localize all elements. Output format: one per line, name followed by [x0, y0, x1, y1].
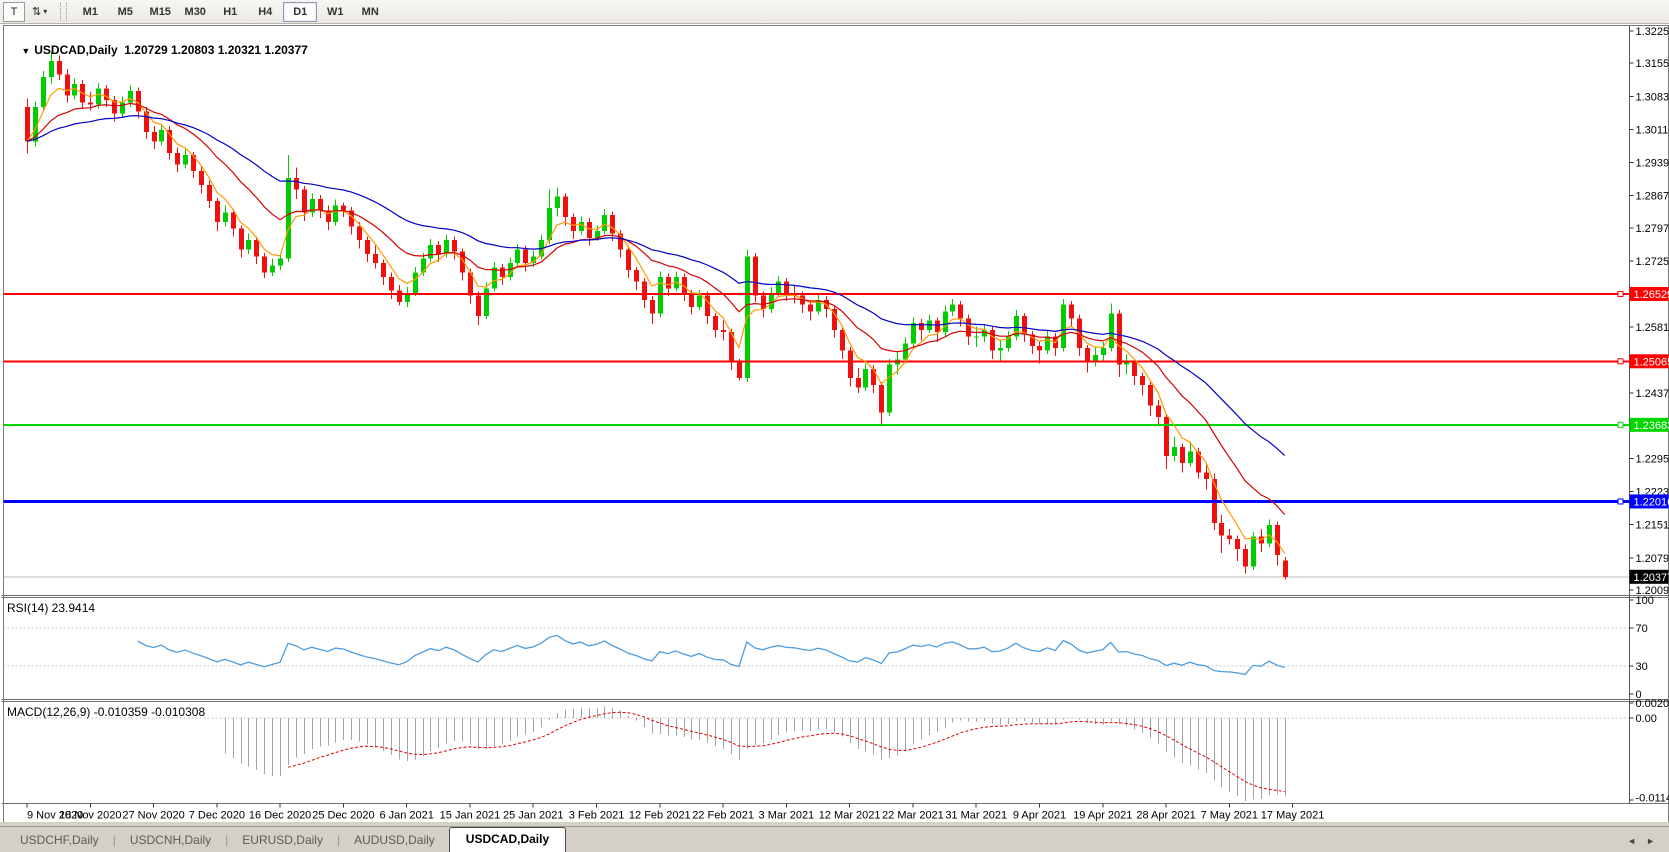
- ohlc-values: 1.20729 1.20803 1.20321 1.20377: [124, 43, 308, 57]
- svg-text:1.22016: 1.22016: [1634, 496, 1669, 508]
- svg-text:7 May 2021: 7 May 2021: [1201, 810, 1258, 822]
- rsi-header: RSI(14) 23.9414: [7, 601, 95, 615]
- chart-tab-audusd[interactable]: AUDUSD,Daily: [340, 829, 449, 852]
- timeframe-button-m1[interactable]: M1: [73, 2, 107, 22]
- svg-text:1.20790: 1.20790: [1636, 553, 1669, 565]
- timeframe-button-h4[interactable]: H4: [248, 2, 282, 22]
- svg-text:-0.01146: -0.01146: [1636, 793, 1669, 805]
- svg-text:22 Mar 2021: 22 Mar 2021: [882, 810, 944, 822]
- timeframe-button-w1[interactable]: W1: [318, 2, 352, 22]
- text-tool-button[interactable]: T: [3, 2, 25, 22]
- svg-text:9 Apr 2021: 9 Apr 2021: [1013, 810, 1066, 822]
- svg-text:15 Jan 2021: 15 Jan 2021: [440, 810, 501, 822]
- chart-title: ▼ USDCAD,Daily 1.20729 1.20803 1.20321 1.…: [8, 29, 308, 71]
- svg-text:1.31550: 1.31550: [1636, 58, 1669, 70]
- svg-text:0.002074: 0.002074: [1636, 698, 1669, 710]
- top-toolbar: T ⇅ ▾ M1M5M15M30H1H4D1W1MN: [0, 0, 1669, 24]
- collapse-icon[interactable]: ▼: [21, 46, 30, 56]
- svg-text:17 May 2021: 17 May 2021: [1261, 810, 1325, 822]
- macd-header: MACD(12,26,9) -0.010359 -0.010308: [7, 705, 205, 719]
- svg-text:3 Mar 2021: 3 Mar 2021: [759, 810, 815, 822]
- svg-text:31 Mar 2021: 31 Mar 2021: [945, 810, 1007, 822]
- svg-text:1.23683: 1.23683: [1634, 420, 1669, 432]
- svg-text:28 Apr 2021: 28 Apr 2021: [1136, 810, 1195, 822]
- svg-text:1.26529: 1.26529: [1634, 289, 1669, 301]
- svg-text:3 Feb 2021: 3 Feb 2021: [569, 810, 625, 822]
- svg-text:1.25065: 1.25065: [1634, 356, 1669, 368]
- timeframe-button-m15[interactable]: M15: [143, 2, 177, 22]
- timeframe-buttons: M1M5M15M30H1H4D1W1MN: [73, 2, 387, 22]
- chart-tabs: USDCHF,Daily|USDCNH,Daily|EURUSD,Daily|A…: [0, 827, 566, 852]
- chart-tab-eurusd[interactable]: EURUSD,Daily: [228, 829, 337, 852]
- svg-text:22 Feb 2021: 22 Feb 2021: [692, 810, 754, 822]
- chart-tabs-bar: USDCHF,Daily|USDCNH,Daily|EURUSD,Daily|A…: [0, 826, 1669, 852]
- svg-text:6 Jan 2021: 6 Jan 2021: [379, 810, 433, 822]
- svg-text:27 Nov 2020: 27 Nov 2020: [122, 810, 184, 822]
- svg-text:1.27250: 1.27250: [1636, 256, 1669, 268]
- chevron-down-icon: ▾: [43, 7, 47, 16]
- svg-text:30: 30: [1636, 661, 1648, 673]
- arrange-icon: ⇅: [32, 5, 41, 18]
- timeframe-button-m30[interactable]: M30: [178, 2, 212, 22]
- chart-tab-usdchf[interactable]: USDCHF,Daily: [6, 829, 113, 852]
- timeframe-button-h1[interactable]: H1: [213, 2, 247, 22]
- symbol-period-label: USDCAD,Daily: [34, 43, 117, 57]
- svg-text:0.00: 0.00: [1636, 713, 1657, 725]
- svg-text:70: 70: [1636, 623, 1648, 635]
- chart-window[interactable]: ▼ USDCAD,Daily 1.20729 1.20803 1.20321 1.…: [0, 24, 1669, 822]
- chart-tab-usdcad[interactable]: USDCAD,Daily: [449, 827, 566, 852]
- svg-text:1.20377: 1.20377: [1634, 572, 1669, 584]
- price-chart-canvas[interactable]: 1.32250 1.31550 1.30830 1.30110 1.29390 1.286…: [0, 24, 1669, 822]
- svg-text:25 Dec 2020: 25 Dec 2020: [312, 810, 374, 822]
- svg-text:100: 100: [1636, 595, 1654, 607]
- tab-scroll-left-icon[interactable]: ◄: [1627, 836, 1636, 846]
- svg-text:1.22950: 1.22950: [1636, 454, 1669, 466]
- svg-text:1.30110: 1.30110: [1636, 124, 1669, 136]
- svg-text:16 Dec 2020: 16 Dec 2020: [249, 810, 311, 822]
- svg-text:1.27970: 1.27970: [1636, 223, 1669, 235]
- svg-text:12 Mar 2021: 12 Mar 2021: [819, 810, 881, 822]
- timeframe-button-d1[interactable]: D1: [283, 2, 317, 22]
- toolbar-grip[interactable]: [60, 3, 67, 21]
- svg-text:1.32250: 1.32250: [1636, 26, 1669, 38]
- svg-text:1.21510: 1.21510: [1636, 520, 1669, 532]
- tab-scroll-right-icon[interactable]: ►: [1646, 836, 1655, 846]
- svg-text:18 Nov 2020: 18 Nov 2020: [59, 810, 121, 822]
- chart-tab-usdcnh[interactable]: USDCNH,Daily: [116, 829, 225, 852]
- svg-text:1.24370: 1.24370: [1636, 388, 1669, 400]
- svg-text:1.28670: 1.28670: [1636, 191, 1669, 203]
- svg-text:25 Jan 2021: 25 Jan 2021: [503, 810, 564, 822]
- svg-text:1.25810: 1.25810: [1636, 322, 1669, 334]
- svg-text:1.30830: 1.30830: [1636, 91, 1669, 103]
- svg-text:7 Dec 2020: 7 Dec 2020: [189, 810, 245, 822]
- svg-text:1.29390: 1.29390: [1636, 157, 1669, 169]
- timeframe-button-m5[interactable]: M5: [108, 2, 142, 22]
- svg-text:19 Apr 2021: 19 Apr 2021: [1073, 810, 1132, 822]
- svg-text:12 Feb 2021: 12 Feb 2021: [629, 810, 691, 822]
- timeframe-button-mn[interactable]: MN: [353, 2, 387, 22]
- chart-arrange-button[interactable]: ⇅ ▾: [27, 2, 52, 22]
